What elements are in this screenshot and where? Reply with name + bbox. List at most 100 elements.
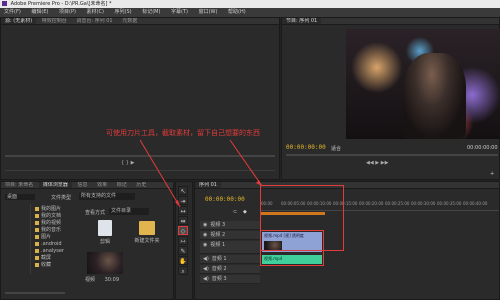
view-as-select[interactable]: 文件目录 [109,208,149,215]
folder-icon [35,227,39,232]
program-fit-select[interactable]: 适合 [331,145,341,152]
video-thumbnail [87,252,123,274]
menu-file[interactable]: 文件(F) [4,8,21,17]
pen-tool-icon[interactable]: ✎ [178,246,188,255]
speaker-icon[interactable]: ◀) [203,256,209,262]
hand-tool-icon[interactable]: ✋ [178,256,188,265]
ripple-edit-tool-icon[interactable]: ↔ [178,206,188,215]
tab-source[interactable]: 源: (无素材) [1,18,37,24]
source-scrub-bar[interactable] [5,155,275,157]
eye-icon[interactable]: ◉ [203,232,207,238]
ruler-tick: 00:00:35:00 [437,201,462,206]
razor-tool-icon[interactable]: ◇ [178,226,188,235]
tree-item-analyser[interactable]: .analyser [35,248,64,254]
tab-history[interactable]: 历史 [132,182,150,188]
source-monitor-panel: 源: (无素材) 特效控制台 调音台: 序列 01 元数据 { } ▶ [0,17,280,180]
thumb-video-label: 视频 30:09 [85,277,120,283]
timeline-timecode[interactable]: 00:00:00:00 [205,196,245,203]
track-select-tool-icon[interactable]: ⇥ [178,196,188,205]
menu-title[interactable]: 字幕(T) [171,8,188,17]
zoom-slider[interactable] [5,292,65,294]
tab-effects[interactable]: 效果 [93,182,111,188]
menu-bar: 文件(F) 编辑(E) 项目(P) 素材(C) 序列(S) 标记(M) 字幕(T… [0,8,500,17]
tree-item-android[interactable]: .android [35,241,62,247]
menu-project[interactable]: 项目(P) [59,8,76,17]
folder-icon [35,206,39,211]
tab-metadata[interactable]: 元数据 [118,18,141,24]
play-icon[interactable]: ▶ [131,160,135,166]
timeline-tab-strip: 序列 01 [195,182,499,189]
tree-item-pictures[interactable]: 我的图片 [35,206,61,212]
track-video-1[interactable]: ◉ 视频 1 [200,241,260,254]
program-video-frame [346,29,500,139]
tab-sequence[interactable]: 序列 01 [195,182,221,188]
drive-select[interactable]: 桌面 [5,194,35,200]
title-bar: Adobe Premiere Pro - D:\PR.Ga\[未命名] * [0,0,500,8]
file-type-select[interactable]: 所有支持的文件 [79,193,135,200]
mark-in-icon[interactable]: { [121,160,124,166]
tree-item-documents[interactable]: 我的文档 [35,213,61,219]
thumb-new-folder[interactable]: 新建文件夹 [129,218,165,246]
marker-icon[interactable]: ◆ [243,209,247,215]
program-timecode[interactable]: 00:00:00:00 [286,144,326,151]
speaker-icon[interactable]: ◀) [203,266,209,272]
ruler-tick: 00:00:40:00 [463,201,488,206]
tab-markers[interactable]: 标记 [113,182,131,188]
tree-item-videos[interactable]: 我的视频 [35,220,61,226]
folder-icon [35,220,39,225]
tree-gutter [27,204,31,274]
file-type-label: 文件类型 [51,195,72,201]
zoom-tool-icon[interactable]: ⌕ [178,266,188,275]
tree-item-music[interactable]: 我的音乐 [35,227,61,233]
tree-item-images[interactable]: 图片 [35,234,51,240]
menu-edit[interactable]: 编辑(E) [31,8,48,17]
step-back-icon[interactable]: ◀◀ [366,160,374,166]
program-transport: ◀◀ ▶ ▶▶ [366,160,426,167]
tree-item-screenshots[interactable]: 截屏 [35,255,51,261]
program-add-button[interactable]: + [490,171,494,177]
selection-tool-icon[interactable]: ↖ [178,186,188,195]
clip-highlight-box [260,230,324,266]
eye-icon[interactable]: ◉ [203,242,207,248]
menu-clip[interactable]: 素材(C) [87,8,104,17]
track-audio-1[interactable]: ◀) 音频 1 [200,255,260,264]
tab-media-browser[interactable]: 媒体浏览器 [38,182,72,188]
document-icon [98,220,112,236]
track-video-3[interactable]: ◉ 视频 3 [200,221,260,230]
program-scrub-bar[interactable] [286,154,498,156]
view-as-label: 查看方式 [85,210,106,216]
play-button-icon[interactable]: ▶ [375,160,379,166]
folder-icon [139,221,155,235]
source-transport: { } ▶ [121,160,161,166]
thumb-clip-label: 剪辑 [99,239,110,245]
track-video-2[interactable]: ◉ 视频 2 [200,231,260,240]
track-audio-3[interactable]: ◀) 音频 3 [200,275,260,284]
menu-window[interactable]: 窗口(W) [199,8,218,17]
ruler-tick: 00:00:25:00 [385,201,410,206]
tab-info[interactable]: 信息 [73,182,91,188]
track-audio-2[interactable]: ◀) 音频 2 [200,265,260,274]
tab-project[interactable]: 项目: 未命名 [1,182,37,188]
rolling-edit-tool-icon[interactable]: ⇹ [178,216,188,225]
source-tab-strip: 源: (无素材) 特效控制台 调音台: 序列 01 元数据 [1,18,279,25]
folder-icon [35,234,39,239]
menu-help[interactable]: 帮助(H) [228,8,246,17]
snap-icon[interactable]: ⊂ [233,209,237,215]
source-timecode-line [5,170,275,171]
eye-icon[interactable]: ◉ [203,222,207,228]
folder-icon [35,241,39,246]
thumb-new-folder-label: 新建文件夹 [134,238,160,244]
tab-program[interactable]: 节目: 序列 01 [282,18,322,24]
tree-item-favorites[interactable]: 收藏 [35,262,51,268]
window-title: Adobe Premiere Pro - D:\PR.Ga\[未命名] * [10,1,112,7]
tab-effect-controls[interactable]: 特效控制台 [38,18,71,24]
step-forward-icon[interactable]: ▶▶ [381,160,389,166]
menu-marker[interactable]: 标记(M) [142,8,160,17]
speaker-icon[interactable]: ◀) [203,276,209,282]
thumb-video[interactable]: 视频 30:09 [85,252,125,288]
menu-sequence[interactable]: 序列(S) [115,8,132,17]
thumb-clip[interactable]: 剪辑 [89,218,121,246]
slip-tool-icon[interactable]: ⇿ [178,236,188,245]
mark-out-icon[interactable]: } [126,160,129,166]
tab-audio-mixer[interactable]: 调音台: 序列 01 [72,18,116,24]
